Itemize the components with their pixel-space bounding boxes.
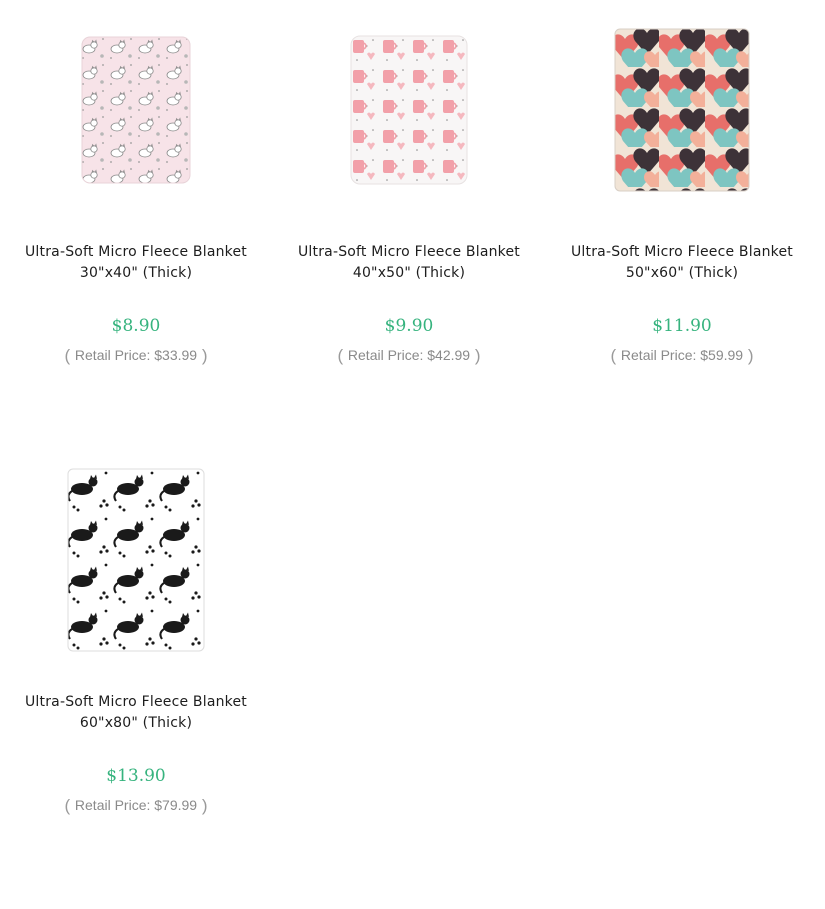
black-cats-blanket-icon — [67, 468, 205, 652]
retail-price: ( Retail Price: $59.99 ) — [610, 346, 754, 365]
product-title[interactable]: Ultra-Soft Micro Fleece Blanket 60"x80" … — [0, 692, 272, 734]
retail-price-value: $42.99 — [427, 347, 471, 363]
retail-price-value: $33.99 — [154, 347, 198, 363]
retail-price-label: Retail Price: — [620, 347, 697, 363]
product-image[interactable] — [0, 450, 272, 670]
retail-price: ( Retail Price: $79.99 ) — [64, 796, 208, 815]
retail-price-label: Retail Price: — [347, 347, 424, 363]
product-title[interactable]: Ultra-Soft Micro Fleece Blanket 50"x60" … — [546, 242, 818, 284]
product-price: $13.90 — [106, 766, 166, 786]
product-title[interactable]: Ultra-Soft Micro Fleece Blanket 30"x40" … — [0, 242, 272, 284]
retail-price-value: $59.99 — [700, 347, 744, 363]
retail-price: ( Retail Price: $33.99 ) — [64, 346, 208, 365]
product-grid: Ultra-Soft Micro Fleece Blanket 30"x40" … — [0, 0, 825, 909]
pink-mugs-blanket-icon — [350, 35, 468, 185]
product-image[interactable] — [546, 0, 818, 220]
product-price: $8.90 — [111, 316, 161, 336]
hearts-blanket-icon — [614, 28, 750, 192]
product-price: $9.90 — [384, 316, 434, 336]
product-title[interactable]: Ultra-Soft Micro Fleece Blanket 40"x50" … — [273, 242, 545, 284]
product-price: $11.90 — [652, 316, 712, 336]
product-image[interactable] — [0, 0, 272, 220]
retail-price-label: Retail Price: — [74, 797, 151, 813]
pink-cats-blanket-icon — [81, 36, 191, 184]
retail-price-value: $79.99 — [154, 797, 198, 813]
product-image[interactable] — [273, 0, 545, 220]
retail-price: ( Retail Price: $42.99 ) — [337, 346, 481, 365]
retail-price-label: Retail Price: — [74, 347, 151, 363]
